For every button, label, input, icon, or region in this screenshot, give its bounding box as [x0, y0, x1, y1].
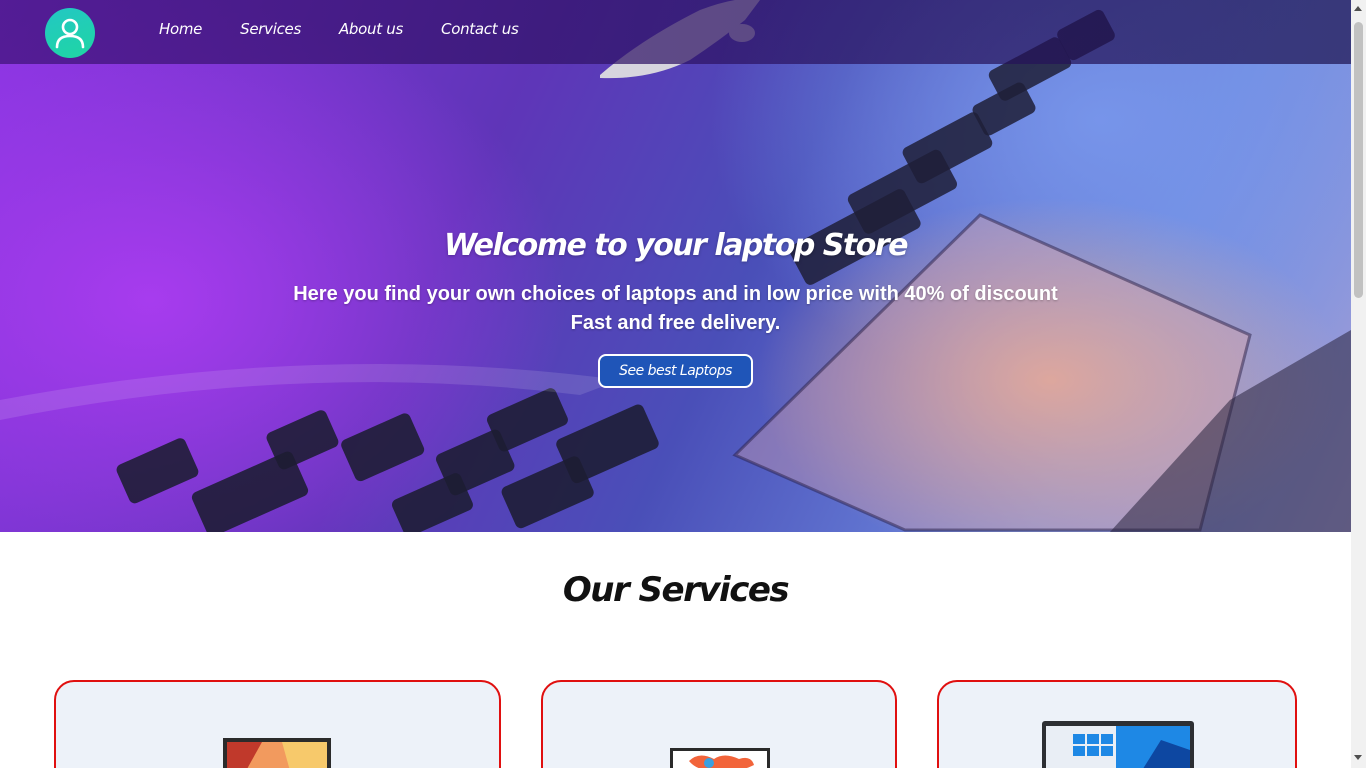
hero-content: Welcome to your laptop Store Here you fi…	[0, 0, 1351, 532]
nav-link-contact-us[interactable]: Contact us	[441, 20, 519, 38]
top-navbar: Home Services About us Contact us	[0, 0, 1351, 64]
nav-links: Home Services About us Contact us	[159, 20, 556, 38]
service-card-3[interactable]	[937, 680, 1297, 768]
service-card-2[interactable]	[541, 680, 897, 768]
hero-subtitle-line2: Fast and free delivery.	[570, 312, 781, 334]
hero-subtitle-line1: Here you find your own choices of laptop…	[293, 283, 1058, 305]
nav-link-about-us[interactable]: About us	[339, 20, 403, 38]
nav-link-services[interactable]: Services	[240, 20, 301, 38]
hero-title: Welcome to your laptop Store	[444, 228, 908, 263]
services-title: Our Services	[562, 570, 790, 610]
service-card-1[interactable]	[54, 680, 501, 768]
laptop-image	[1042, 721, 1194, 768]
nav-link-home[interactable]: Home	[159, 20, 202, 38]
laptop-image	[223, 738, 331, 768]
user-icon[interactable]	[45, 8, 95, 58]
see-best-laptops-button[interactable]: See best Laptops	[598, 354, 753, 388]
scroll-up-arrow-icon[interactable]	[1354, 6, 1362, 11]
page-scrollbar[interactable]	[1351, 0, 1366, 768]
scroll-thumb[interactable]	[1354, 22, 1363, 298]
scroll-down-arrow-icon[interactable]	[1354, 755, 1362, 760]
laptop-image	[670, 748, 770, 768]
